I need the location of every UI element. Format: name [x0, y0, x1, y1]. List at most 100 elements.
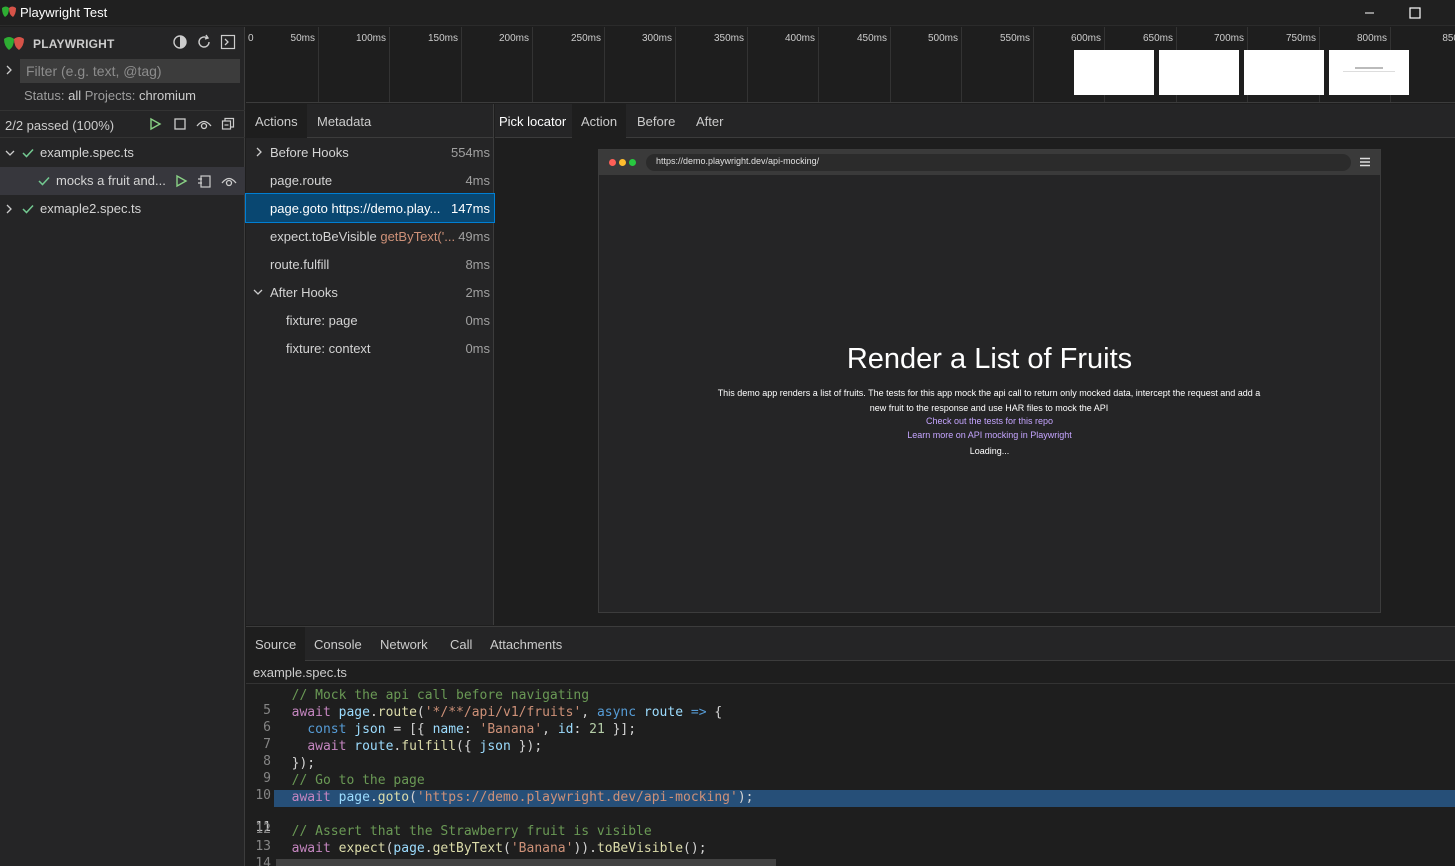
timeline-tick-label: 350ms	[713, 33, 744, 44]
code-token: json	[479, 739, 511, 754]
action-expect-visible[interactable]: expect.toBeVisible getByText('... 49ms	[246, 222, 494, 250]
timeline-tick-label: 100ms	[355, 33, 386, 44]
brand-title: PLAYWRIGHT	[33, 37, 115, 51]
code-line: 7 const json = [{ name: 'Banana', id: 21…	[246, 722, 1455, 752]
tab-network[interactable]: Network	[371, 627, 437, 661]
tab-metadata[interactable]: Metadata	[308, 104, 380, 138]
pick-locator-button[interactable]: Pick locator	[495, 104, 575, 138]
tab-call[interactable]: Call	[441, 627, 481, 661]
action-before-hooks[interactable]: Before Hooks 554ms	[246, 138, 494, 166]
action-label: expect.toBeVisible getByText('...	[270, 229, 455, 244]
line-text: // Go to the page	[276, 773, 425, 788]
line-text: // Mock the api call before navigating	[276, 688, 589, 703]
code-comment: // Mock the api call before navigating	[291, 688, 590, 703]
tab-console[interactable]: Console	[305, 627, 371, 661]
timeline-tick-label: 700ms	[1213, 33, 1244, 44]
reload-icon[interactable]	[196, 34, 212, 50]
tab-attachments[interactable]: Attachments	[481, 627, 571, 661]
chevron-down-icon[interactable]	[252, 287, 264, 297]
maximize-icon[interactable]	[1405, 3, 1425, 23]
projects-label: Projects:	[84, 88, 136, 103]
code-token: await	[291, 841, 331, 856]
go-to-file-icon[interactable]	[197, 174, 213, 188]
code-token: page	[338, 790, 370, 805]
horizontal-scrollbar[interactable]	[276, 859, 776, 866]
snapshot-browser-frame: https://demo.playwright.dev/api-mocking/…	[598, 149, 1381, 613]
watch-icon[interactable]	[221, 174, 237, 188]
action-fixture-page[interactable]: fixture: page 0ms	[246, 306, 494, 334]
chevron-right-icon[interactable]	[4, 203, 14, 215]
chevron-right-icon[interactable]	[254, 146, 264, 158]
projects-value[interactable]: chromium	[139, 88, 196, 103]
filmstrip-frame[interactable]	[1329, 50, 1409, 95]
code-token: fulfill	[401, 739, 457, 754]
snapshot-url[interactable]: https://demo.playwright.dev/api-mocking/	[646, 154, 1351, 171]
timeline-tick-label: 400ms	[784, 33, 815, 44]
timeline-tick-label: 250ms	[570, 33, 601, 44]
timeline-tick-label: 450ms	[856, 33, 887, 44]
action-fixture-context[interactable]: fixture: context 0ms	[246, 334, 494, 362]
action-route-fulfill[interactable]: route.fulfill 8ms	[246, 250, 494, 278]
action-after-hooks[interactable]: After Hooks 2ms	[246, 278, 494, 306]
pass-summary: 2/2 passed (100%)	[5, 118, 115, 133]
action-param: getByText('...	[380, 229, 456, 244]
run-test-icon[interactable]	[174, 174, 188, 188]
tests-repo-link[interactable]: Check out the tests for this repo	[599, 416, 1380, 426]
filmstrip-frame[interactable]	[1074, 50, 1154, 95]
tab-actions[interactable]: Actions	[246, 104, 307, 138]
timeline-gridline	[1033, 27, 1034, 102]
action-duration: 147ms	[450, 201, 490, 216]
timeline-gridline	[389, 27, 390, 102]
filmstrip-frame[interactable]	[1159, 50, 1239, 95]
source-panel: Source Console Network Call Attachments …	[246, 626, 1455, 866]
watch-icon[interactable]	[196, 117, 212, 131]
filmstrip-frame[interactable]	[1244, 50, 1324, 95]
tab-before[interactable]: Before	[628, 104, 684, 138]
code-token: route	[377, 705, 417, 720]
code-token: await	[307, 739, 347, 754]
code-editor[interactable]: 5 // Mock the api call before navigating…	[246, 683, 1455, 866]
timeline-tick-label: 800ms	[1356, 33, 1387, 44]
status-filter-line[interactable]: Status: all Projects: chromium	[24, 88, 196, 103]
run-all-icon[interactable]	[148, 117, 162, 131]
filter-input[interactable]: Filter (e.g. text, @tag)	[20, 59, 240, 83]
bottom-tabbar: Source Console Network Call Attachments	[246, 627, 1455, 661]
action-page-goto[interactable]: page.goto https://demo.play... 147ms	[245, 193, 495, 223]
code-token: id	[557, 722, 574, 737]
code-token: expect	[338, 841, 386, 856]
action-page-route[interactable]: page.route 4ms	[246, 166, 494, 194]
minimize-dot-icon	[619, 159, 626, 166]
tab-source[interactable]: Source	[246, 627, 306, 661]
tab-action[interactable]: Action	[572, 104, 627, 138]
code-token: const	[307, 722, 347, 737]
tree-item-mocks-fruit[interactable]: mocks a fruit and...	[0, 167, 245, 195]
action-label: fixture: page	[286, 313, 358, 328]
code-token: page	[393, 841, 425, 856]
actions-tabbar: Actions Metadata	[246, 104, 494, 138]
line-text: await expect(page.getByText('Banana')).t…	[291, 841, 707, 856]
tree-item-example2-spec[interactable]: exmaple2.spec.ts	[0, 195, 245, 223]
theme-toggle-icon[interactable]	[172, 34, 188, 50]
chevron-right-icon[interactable]	[4, 64, 14, 76]
chevron-down-icon[interactable]	[4, 148, 16, 158]
collapse-all-icon[interactable]	[221, 117, 235, 131]
summary-toolbar: 2/2 passed (100%)	[0, 110, 245, 138]
stop-icon[interactable]	[173, 117, 187, 131]
menu-icon[interactable]	[1359, 156, 1371, 168]
playwright-logo-icon	[3, 35, 25, 51]
code-line-highlighted: 11 await page.goto('https://demo.playwri…	[246, 790, 1455, 835]
action-label: Before Hooks	[270, 145, 349, 160]
action-duration: 49ms	[458, 229, 490, 244]
code-line: 12	[246, 807, 1455, 837]
code-comment: // Assert that the Strawberry fruit is v…	[291, 824, 652, 839]
code-line: 14 await expect(page.getByText('Banana')…	[246, 841, 1455, 866]
terminal-icon[interactable]	[220, 34, 236, 50]
window-titlebar: Playwright Test	[0, 0, 1455, 26]
code-token: await	[291, 705, 331, 720]
tree-item-example-spec[interactable]: example.spec.ts	[0, 139, 245, 167]
api-mocking-link[interactable]: Learn more on API mocking in Playwright	[599, 430, 1380, 440]
status-value[interactable]: all	[68, 88, 81, 103]
minimize-icon[interactable]	[1360, 3, 1380, 23]
tab-after[interactable]: After	[687, 104, 732, 138]
trace-timeline[interactable]: 0 50ms 100ms 150ms 200ms 250ms 300ms 350ms 400ms…	[246, 27, 1455, 103]
